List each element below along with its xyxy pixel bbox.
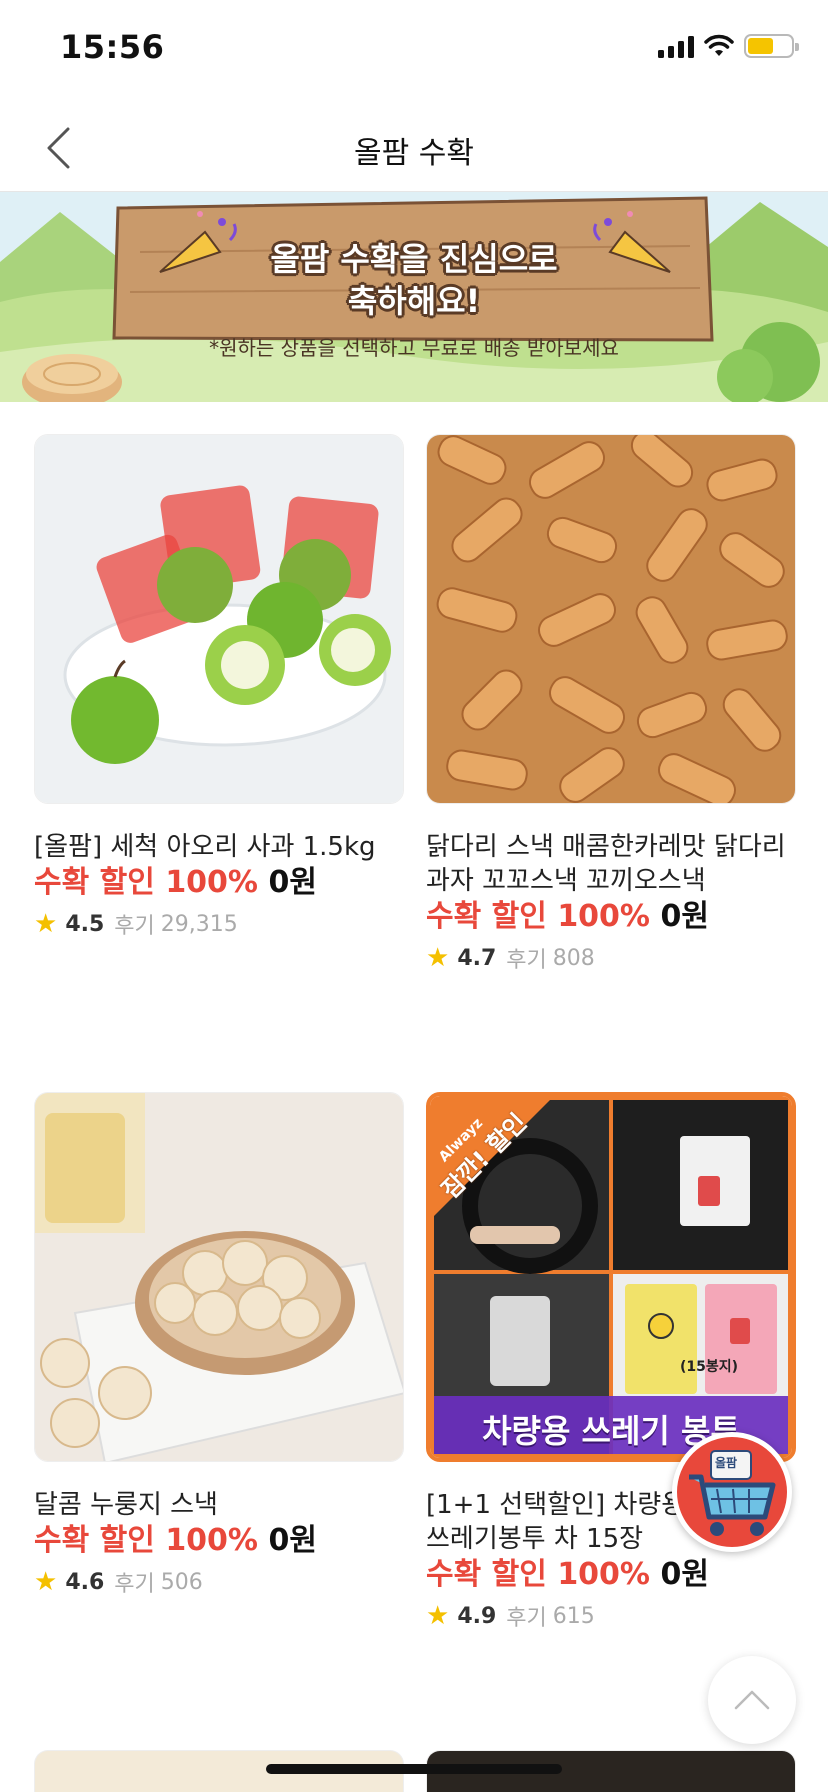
price-label: 수확 할인	[34, 865, 155, 900]
battery-icon	[744, 34, 799, 58]
chevron-up-icon	[734, 1690, 770, 1710]
cart-fab-label: 올팜	[715, 1456, 738, 1470]
product-name[interactable]: 달콤 누룽지 스낵	[34, 1488, 404, 1522]
drumstick-snack-image	[427, 435, 795, 803]
status-time: 15:56	[60, 28, 165, 66]
banner-title-line1: 올팜 수확을 진심으로	[270, 240, 558, 278]
rice-crisp-snack-image	[35, 1093, 403, 1461]
status-icons	[658, 34, 799, 58]
discount-rate: 100%	[557, 899, 650, 934]
banner-subtitle: *원하는 상품을 선택하고 무료로 배송 받아보세요	[209, 336, 619, 360]
review-count: 29,315	[160, 911, 238, 937]
rating-line: ★ 4.5 후기 29,315	[34, 908, 404, 940]
price-label: 수확 할인	[34, 1523, 155, 1558]
wifi-icon	[704, 34, 734, 56]
review-count: 615	[552, 1603, 595, 1629]
nav-bar: 올팜 수확	[0, 100, 828, 192]
home-indicator	[266, 1764, 562, 1774]
review-count: 506	[160, 1569, 203, 1595]
review-label: 후기	[506, 948, 547, 973]
rating-score: 4.6	[65, 1569, 105, 1595]
banner-title-line2: 축하해요!	[347, 282, 481, 320]
product-name[interactable]: 닭다리 스낵 매콤한카레맛 닭다리과자 꼬꼬스낵 꼬끼오스낵	[426, 830, 796, 898]
price-value: 0원	[268, 1523, 317, 1558]
rating-score: 4.7	[457, 945, 497, 971]
rating-line: ★ 4.7 후기 808	[426, 942, 796, 974]
price-line: 수확 할인 100% 0원	[34, 864, 404, 902]
price-line: 수확 할인 100% 0원	[34, 1522, 404, 1560]
product-image[interactable]	[34, 1092, 404, 1462]
rating-score: 4.5	[65, 911, 105, 937]
discount-rate: 100%	[165, 1523, 258, 1558]
discount-rate: 100%	[165, 865, 258, 900]
price-label: 수확 할인	[426, 899, 547, 934]
green-apples-image	[35, 435, 403, 803]
product-card[interactable]: 달콤 누룽지 스낵 수확 할인 100% 0원 ★ 4.6 후기 506	[34, 1092, 404, 1598]
product-image[interactable]	[34, 434, 404, 804]
star-icon: ★	[34, 1567, 58, 1597]
review-label: 후기	[114, 914, 155, 939]
star-icon: ★	[34, 909, 58, 939]
product-card[interactable]: 닭다리 스낵 매콤한카레맛 닭다리과자 꼬꼬스낵 꼬끼오스낵 수확 할인 100…	[426, 434, 796, 974]
cellular-signal-icon	[658, 34, 694, 58]
scroll-top-button[interactable]	[708, 1656, 796, 1744]
product-image[interactable]	[426, 434, 796, 804]
rating-line: ★ 4.6 후기 506	[34, 1566, 404, 1598]
harvest-banner: 올팜 수확을 진심으로 축하해요! *원하는 상품을 선택하고 무료로 배송 받…	[0, 192, 828, 402]
review-label: 후기	[506, 1606, 547, 1631]
star-icon: ★	[426, 943, 450, 973]
pack-count: (15봉지)	[680, 1359, 739, 1375]
price-value: 0원	[660, 899, 709, 934]
product-name[interactable]: [올팜] 세척 아오리 사과 1.5kg	[34, 830, 404, 864]
rating-score: 4.9	[457, 1603, 497, 1629]
price-value: 0원	[268, 865, 317, 900]
rating-line: ★ 4.9 후기 615	[426, 1600, 796, 1632]
page-title: 올팜 수확	[354, 136, 474, 171]
product-image[interactable]: Alwayz 잠깐! 할인 (15봉지) 차량용 쓰레기 봉투	[426, 1092, 796, 1462]
price-value: 0원	[660, 1557, 709, 1592]
price-line: 수확 할인 100% 0원	[426, 1556, 796, 1594]
banner-title: 올팜 수확을 진심으로 축하해요!	[0, 238, 828, 322]
status-bar: 15:56	[0, 0, 828, 100]
review-count: 808	[552, 945, 595, 971]
price-line: 수확 할인 100% 0원	[426, 898, 796, 936]
price-label: 수확 할인	[426, 1557, 547, 1592]
discount-rate: 100%	[557, 1557, 650, 1592]
review-label: 후기	[114, 1572, 155, 1597]
cart-fab-button[interactable]: 올팜	[672, 1432, 792, 1552]
product-card[interactable]: [올팜] 세척 아오리 사과 1.5kg 수확 할인 100% 0원 ★ 4.5…	[34, 434, 404, 940]
star-icon: ★	[426, 1601, 450, 1631]
